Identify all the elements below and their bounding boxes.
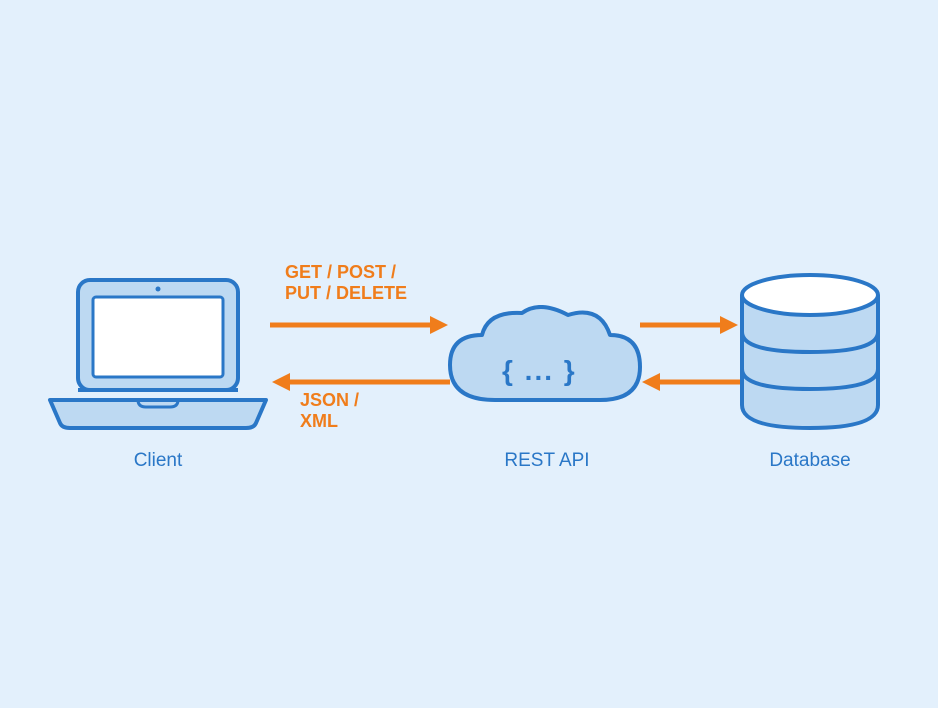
- laptop-icon: [38, 275, 278, 445]
- arrow-db-to-api: [640, 367, 740, 397]
- database-node: [730, 270, 890, 445]
- api-label: REST API: [502, 450, 592, 472]
- database-label: Database: [765, 450, 855, 472]
- arrow-api-to-client: [270, 367, 450, 397]
- request-methods-label: GET / POST / PUT / DELETE: [285, 262, 407, 304]
- database-icon: [730, 270, 890, 440]
- rest-api-diagram: Client { ... } REST API Database GET / P…: [0, 0, 938, 708]
- response-format-label: JSON / XML: [300, 390, 359, 432]
- arrow-client-to-api: [270, 310, 450, 340]
- api-braces-icon: { ... }: [502, 355, 577, 387]
- client-node: [38, 275, 278, 450]
- client-label: Client: [128, 450, 188, 472]
- arrow-api-to-db: [640, 310, 740, 340]
